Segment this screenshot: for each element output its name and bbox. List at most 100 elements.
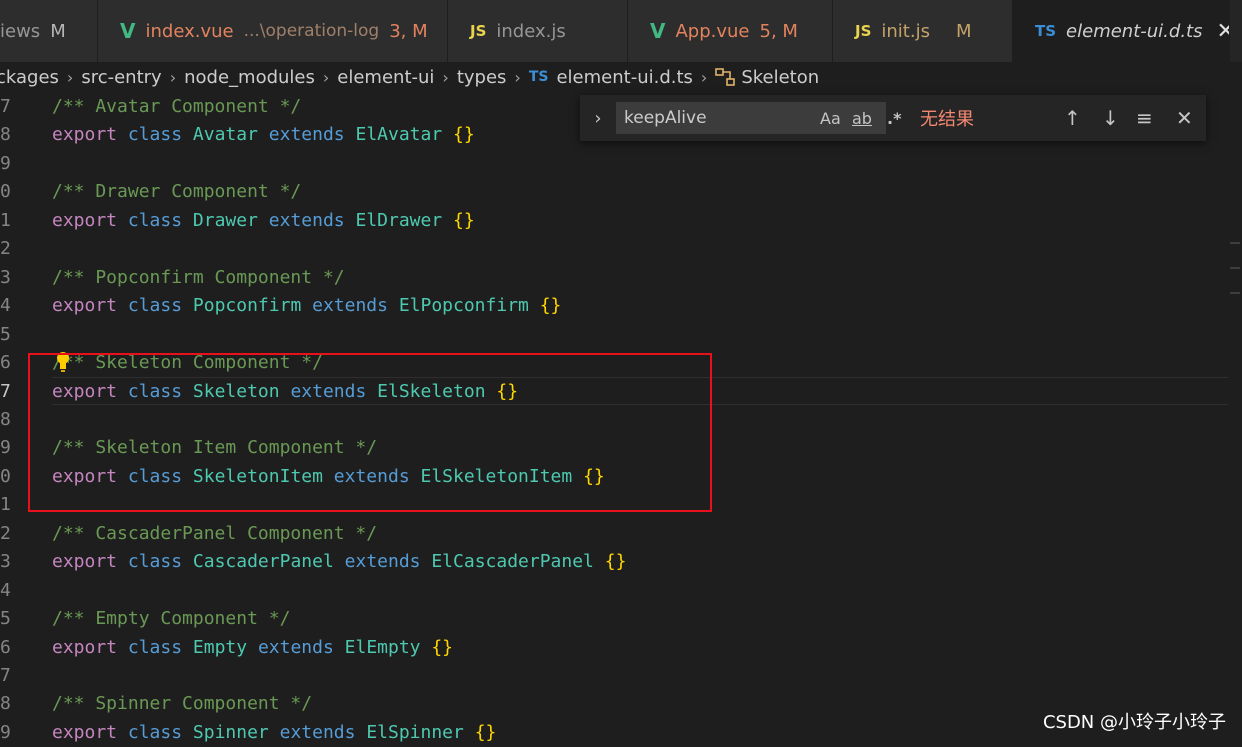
vue-file-icon: V [120,19,136,43]
vue-file-icon: V [650,19,666,43]
line-number: 3 [0,266,11,288]
code-text: export class Empty extends ElEmpty {} [52,634,453,662]
code-line[interactable]: 5 /** Empty Component */ [0,605,1228,633]
line-number: 8 [0,408,11,430]
breadcrumb-item[interactable]: node_modules [184,67,315,88]
code-line[interactable]: 9 [0,150,1228,178]
breadcrumb: ckages › src-entry › node_modules › elem… [0,62,1242,92]
code-token: {} [539,295,562,317]
code-line[interactable]: 6 export class Empty extends ElEmpty {} [0,634,1228,662]
find-in-selection-icon[interactable]: ≡ [1136,106,1153,130]
code-line[interactable]: 2 [0,235,1228,263]
tab-label: App.vue [675,20,750,42]
line-number: 7 [0,380,11,402]
tab-modified-badge: M [955,20,972,42]
class-symbol-icon [715,68,736,86]
code-line[interactable]: 3 export class CascaderPanel extends ElCa… [0,548,1228,576]
code-token: {} [453,209,475,231]
line-number: 4 [0,295,11,317]
code-token: class [127,124,183,146]
code-token: class [127,551,183,573]
code-line[interactable]: 3 /** Popconfirm Component */ [0,264,1228,292]
code-line[interactable]: 4 [0,577,1228,605]
breadcrumb-item[interactable]: src-entry [81,67,161,88]
match-case-icon[interactable]: Aa [820,109,841,128]
line-number: 8 [0,124,11,146]
breadcrumb-item[interactable]: ckages [0,67,59,88]
whole-word-icon[interactable]: ab [852,109,872,128]
toggle-replace-icon[interactable]: › [586,108,610,129]
tab-label: element-ui.d.ts [1066,20,1203,42]
code-token: export [52,295,118,317]
code-text: /** Popconfirm Component */ [52,264,345,292]
code-text: export class Drawer extends ElDrawer {} [52,207,475,235]
code-token: extends [268,124,345,146]
breadcrumb-item[interactable]: types [457,67,507,88]
code-token: ElEmpty [344,636,421,658]
breadcrumb-item[interactable]: element-ui [337,67,434,88]
close-find-icon[interactable]: ✕ [1176,106,1193,130]
breadcrumb-item-symbol[interactable]: Skeleton [715,67,819,88]
tab-app-vue[interactable]: V App.vue 5, M [628,0,833,62]
close-tab-icon[interactable]: ✕ [1216,19,1229,44]
code-token: extends [268,209,345,231]
tab-index-js[interactable]: JS index.js [448,0,628,62]
regex-icon[interactable]: .* [887,109,901,128]
code-token: /** Popconfirm Component */ [52,266,345,288]
next-match-icon[interactable]: ↓ [1102,106,1119,130]
tab-element-ui-d-ts[interactable]: TS element-ui.d.ts ✕ [1013,0,1230,62]
code-token: /** Drawer Component */ [52,181,302,203]
code-line[interactable]: 5 [0,321,1228,349]
chevron-right-icon: › [169,67,177,87]
code-token: class [127,209,183,231]
code-token: /** Empty Component */ [52,608,291,630]
js-file-icon: JS [470,22,487,40]
line-number: 7 [0,665,11,686]
code-token: class [127,721,183,743]
code-token: ElCascaderPanel [431,551,594,573]
code-token: Spinner [192,721,269,743]
find-input[interactable]: keepAlive Aa ab .* [616,102,901,134]
code-token: CascaderPanel [192,551,334,573]
code-token: {} [453,124,475,146]
breadcrumb-item-file[interactable]: TS element-ui.d.ts [529,67,693,88]
tab-init-js[interactable]: JS init.js M [833,0,1013,62]
scroll-marker [1230,267,1240,269]
code-line[interactable]: 2 /** CascaderPanel Component */ [0,520,1228,548]
code-line[interactable]: 4 export class Popconfirm extends ElPopco… [0,292,1228,320]
previous-match-icon[interactable]: ↑ [1064,106,1081,130]
tab-views[interactable]: iews M [0,0,98,62]
code-line[interactable]: 1 export class Drawer extends ElDrawer {} [0,207,1228,235]
vertical-scrollbar[interactable] [1228,92,1242,741]
watermark: CSDN @小玲子小玲子 [1042,712,1226,733]
find-widget: › keepAlive Aa ab .* 无结果 ↑ ↓ ≡ ✕ [580,95,1206,141]
code-token: {} [604,551,627,573]
tab-index-vue[interactable]: V index.vue ...\operation-log 3, M [98,0,448,62]
code-text: /** Empty Component */ [52,605,290,633]
code-line[interactable]: 7 [0,662,1228,690]
line-number: 6 [0,352,11,374]
line-number: 2 [0,522,11,544]
line-number: 0 [0,181,11,203]
code-line[interactable]: 0 /** Drawer Component */ [0,178,1228,206]
code-token: ElSpinner [366,721,464,743]
code-token: Popconfirm [192,295,302,317]
code-text: /** Avatar Component */ [52,93,301,121]
